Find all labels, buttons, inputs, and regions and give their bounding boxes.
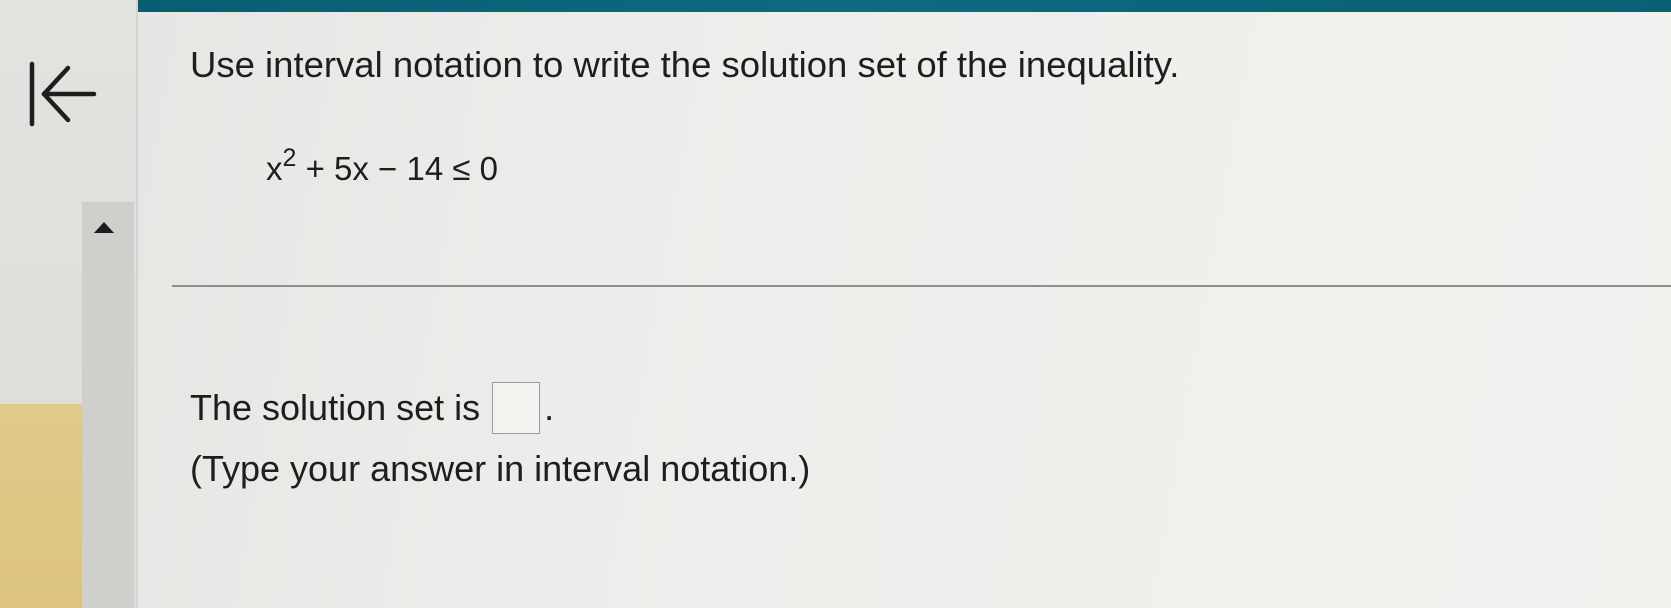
question-progress-tab[interactable] (0, 404, 82, 608)
answer-hint: (Type your answer in interval notation.) (190, 448, 811, 489)
top-bar (0, 0, 1671, 12)
equation-exponent: 2 (282, 144, 297, 172)
back-to-start-icon[interactable] (26, 58, 106, 136)
answer-prefix: The solution set is (190, 387, 481, 428)
scroll-up-icon[interactable] (94, 222, 114, 233)
scrollbar-track[interactable] (82, 202, 134, 608)
answer-line: The solution set is . (190, 382, 554, 434)
question-instruction: Use interval notation to write the solut… (190, 44, 1180, 85)
answer-suffix: . (544, 387, 555, 428)
section-divider (172, 285, 1671, 287)
equation-rest: + 5x − 14 ≤ 0 (296, 150, 498, 187)
inequality-expression: x2 + 5x − 14 ≤ 0 (266, 144, 498, 188)
answer-input-box[interactable] (492, 382, 541, 434)
left-navigation-panel (0, 0, 138, 608)
equation-base: x (266, 150, 283, 187)
